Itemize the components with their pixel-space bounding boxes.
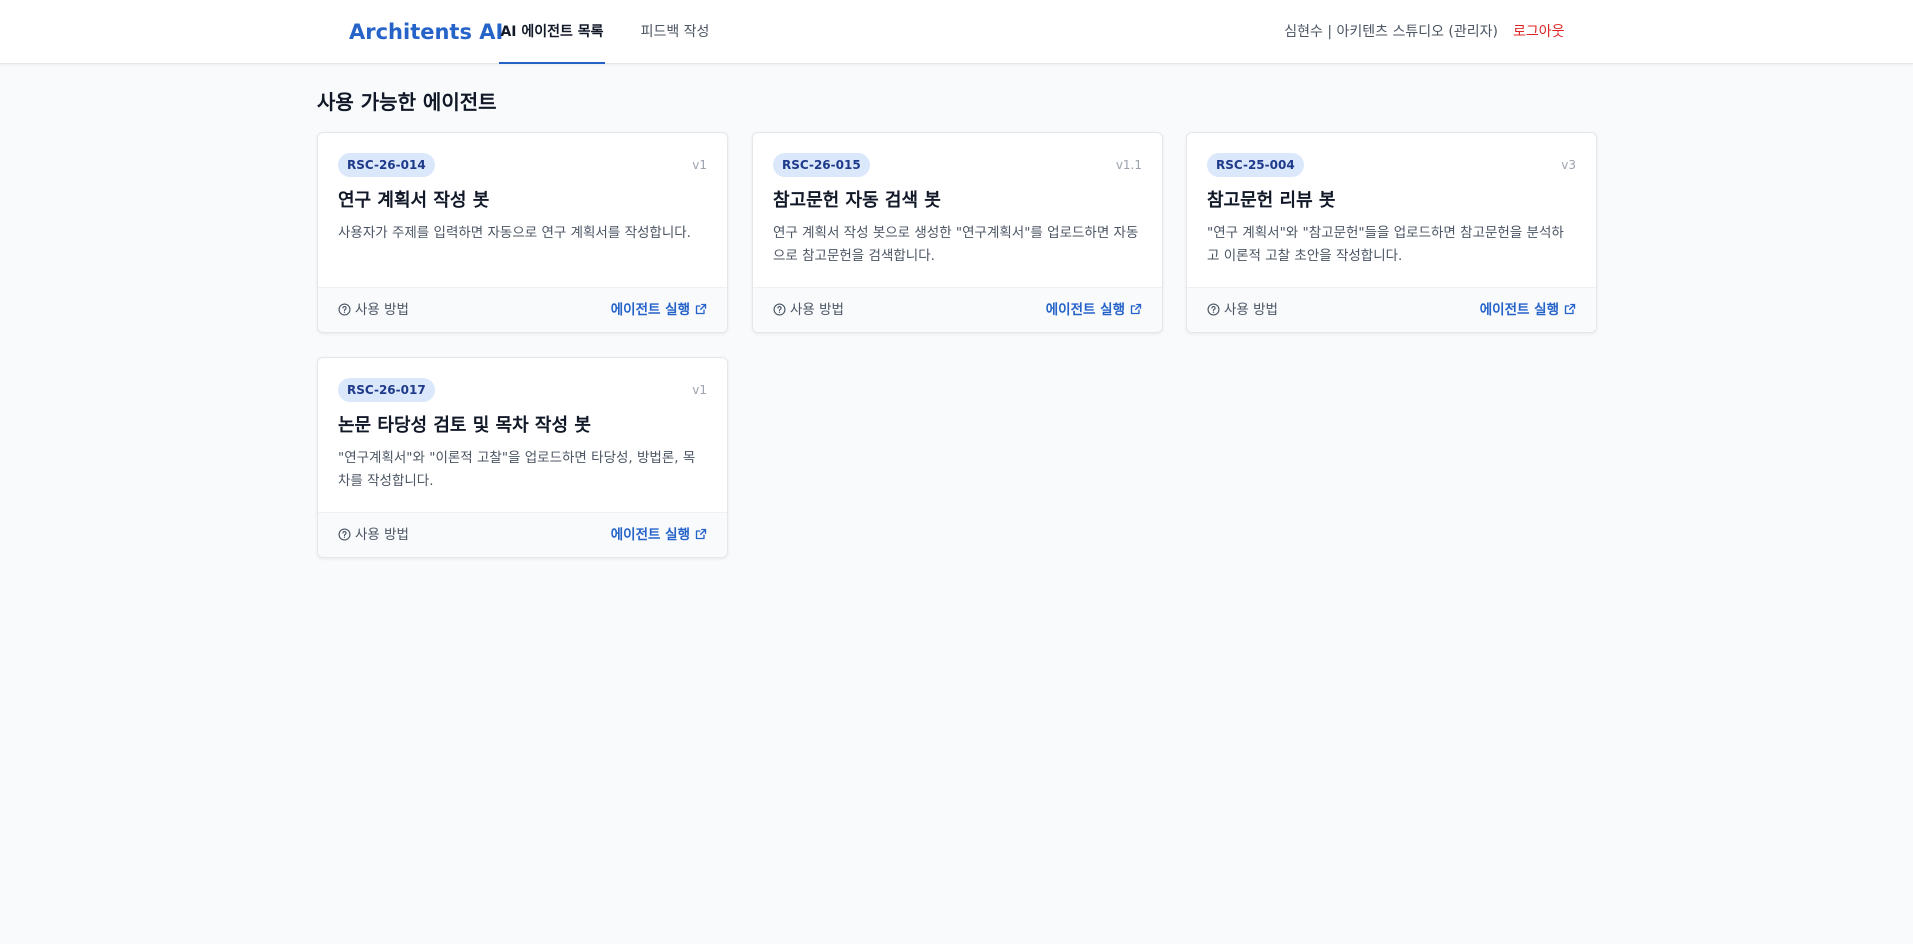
agent-title: 논문 타당성 검토 및 목차 작성 봇 [338,415,591,436]
question-circle-icon [338,303,351,316]
agent-title: 연구 계획서 작성 봇 [338,190,490,211]
agent-description: 사용자가 주제를 입력하면 자동으로 연구 계획서를 작성합니다. [338,225,691,241]
agent-card: RSC-26-017 v1 논문 타당성 검토 및 목차 작성 봇 "연구계획서… [317,357,728,558]
help-label: 사용 방법 [355,302,409,318]
user-info: 심현수 | 아키텐츠 스튜디오 (관리자) [1284,24,1498,40]
run-label: 에이전트 실행 [1479,302,1559,318]
external-link-icon [1130,303,1142,315]
agent-description: "연구계획서"와 "이론적 고찰"을 업로드하면 타당성, 방법론, 목차를 작… [338,450,696,489]
agent-card: RSC-26-015 v1.1 참고문헌 자동 검색 봇 연구 계획서 작성 봇… [752,132,1163,333]
help-link[interactable]: 사용 방법 [338,513,409,557]
top-navbar: Architents AI AI 에이전트 목록 피드백 작성 심현수 | 아키… [0,0,1913,64]
run-agent-button[interactable]: 에이전트 실행 [610,288,707,332]
run-label: 에이전트 실행 [1045,302,1125,318]
agent-card-body: RSC-26-014 v1 연구 계획서 작성 봇 사용자가 주제를 입력하면 … [318,133,727,288]
question-circle-icon [773,303,786,316]
agent-card: RSC-25-004 v3 참고문헌 리뷰 봇 "연구 계획서"와 "참고문헌"… [1186,132,1597,333]
tab-feedback[interactable]: 피드백 작성 [634,0,716,64]
agent-code-badge: RSC-26-015 [773,153,870,177]
page-title: 사용 가능한 에이전트 [317,90,497,114]
run-agent-button[interactable]: 에이전트 실행 [1479,288,1576,332]
agent-title: 참고문헌 리뷰 봇 [1207,190,1336,211]
external-link-icon [1564,303,1576,315]
question-circle-icon [1207,303,1220,316]
help-link[interactable]: 사용 방법 [1207,288,1278,332]
help-link[interactable]: 사용 방법 [773,288,844,332]
run-label: 에이전트 실행 [610,527,690,543]
agent-code-badge: RSC-26-014 [338,153,435,177]
external-link-icon [695,303,707,315]
agent-code-badge: RSC-25-004 [1207,153,1304,177]
external-link-icon [695,528,707,540]
question-circle-icon [338,528,351,541]
agent-title: 참고문헌 자동 검색 봇 [773,190,941,211]
agent-card-body: RSC-26-015 v1.1 참고문헌 자동 검색 봇 연구 계획서 작성 봇… [753,133,1162,288]
agent-version: v1.1 [1115,158,1142,172]
agent-card-footer: 사용 방법 에이전트 실행 [318,287,727,332]
agent-version: v3 [1561,158,1576,172]
help-label: 사용 방법 [355,527,409,543]
run-agent-button[interactable]: 에이전트 실행 [610,513,707,557]
help-label: 사용 방법 [790,302,844,318]
agent-card-footer: 사용 방법 에이전트 실행 [753,287,1162,332]
agent-card-footer: 사용 방법 에이전트 실행 [1187,287,1596,332]
agent-code-badge: RSC-26-017 [338,378,435,402]
agent-card-footer: 사용 방법 에이전트 실행 [318,512,727,557]
agent-card-body: RSC-25-004 v3 참고문헌 리뷰 봇 "연구 계획서"와 "참고문헌"… [1187,133,1596,288]
agent-version: v1 [692,158,707,172]
tab-agent-list[interactable]: AI 에이전트 목록 [499,0,605,64]
agent-description: "연구 계획서"와 "참고문헌"들을 업로드하면 참고문헌을 분석하고 이론적 … [1207,225,1564,264]
run-agent-button[interactable]: 에이전트 실행 [1045,288,1142,332]
brand-logo[interactable]: Architents AI [349,0,503,64]
agent-card-body: RSC-26-017 v1 논문 타당성 검토 및 목차 작성 봇 "연구계획서… [318,358,727,513]
agent-description: 연구 계획서 작성 봇으로 생성한 "연구계획서"를 업로드하면 자동으로 참고… [773,225,1139,264]
agent-version: v1 [692,383,707,397]
agent-card: RSC-26-014 v1 연구 계획서 작성 봇 사용자가 주제를 입력하면 … [317,132,728,333]
help-label: 사용 방법 [1224,302,1278,318]
run-label: 에이전트 실행 [610,302,690,318]
help-link[interactable]: 사용 방법 [338,288,409,332]
logout-button[interactable]: 로그아웃 [1513,0,1565,64]
